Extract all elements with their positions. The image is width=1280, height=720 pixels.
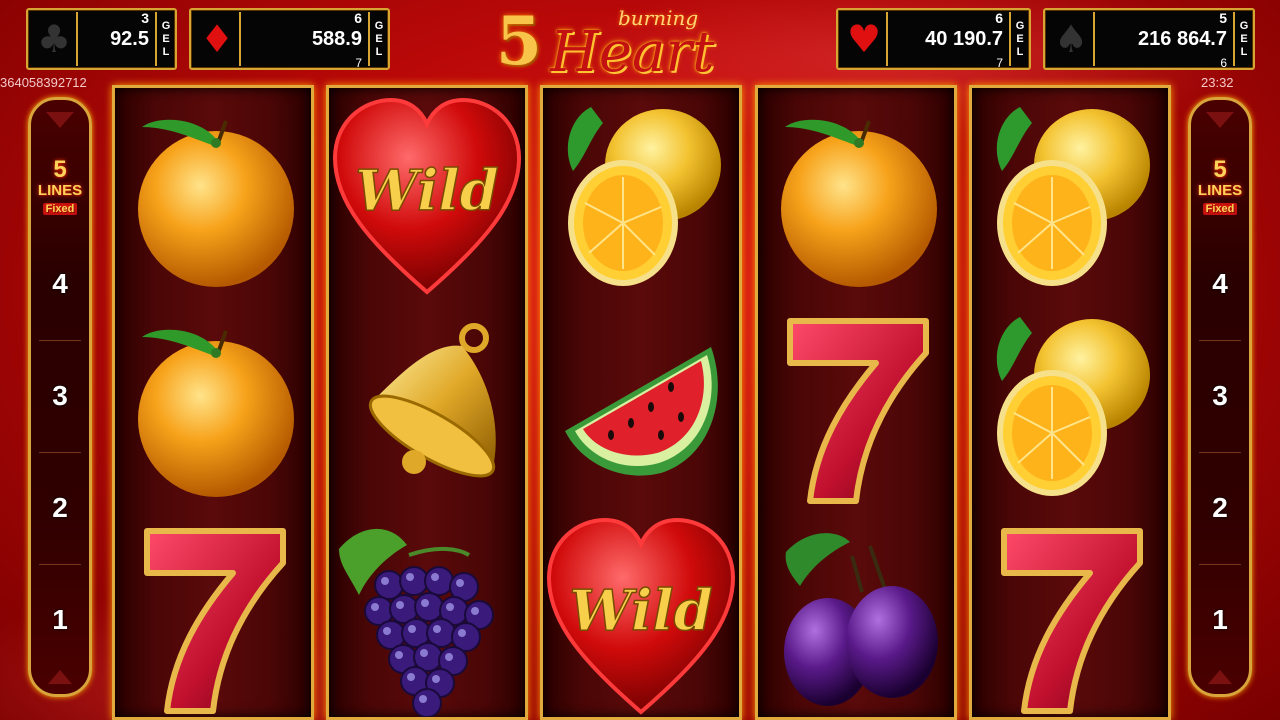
orange-symbol <box>758 92 954 302</box>
lines-indicator: 5 LINES Fixed <box>1197 156 1243 215</box>
currency-label: GEL <box>1233 12 1253 66</box>
jackpot-clubs: ♣ 92.5 3 GEL <box>26 8 177 70</box>
game-id: 364058392712 <box>0 75 87 90</box>
payline-3[interactable]: 3 <box>1191 380 1249 412</box>
currency-label: GEL <box>1009 12 1029 66</box>
clubs-icon: ♣ <box>32 12 78 66</box>
wild-icon: Wild <box>332 97 522 295</box>
payline-2[interactable]: 2 <box>1191 492 1249 524</box>
spades-icon: ♠ <box>1049 12 1095 66</box>
logo-number: 5 <box>496 2 542 80</box>
bell-icon <box>368 323 496 478</box>
orange-icon <box>781 119 937 287</box>
seven-icon <box>1001 528 1143 714</box>
lemon-icon <box>996 107 1150 286</box>
currency-label: GEL <box>368 12 388 66</box>
wild-icon: Wild <box>546 517 736 715</box>
jackpot-hearts: ♥ 40 190.7 6 7 GEL <box>836 8 1031 70</box>
orange-symbol <box>115 302 311 512</box>
reel-3: Wild <box>540 85 742 720</box>
watermelon-symbol <box>543 302 739 512</box>
grapes-icon <box>339 528 494 717</box>
seven-symbol <box>115 512 311 717</box>
payline-3[interactable]: 3 <box>31 380 89 412</box>
paylines-bar-right: 5 LINES Fixed 4 3 2 1 <box>1188 97 1252 697</box>
seven-symbol <box>758 302 954 512</box>
orange-symbol <box>115 92 311 302</box>
reel-2: Wild <box>326 85 528 720</box>
jackpot-diamonds-digit: 6 <box>354 10 362 26</box>
svg-text:Wild: Wild <box>355 158 499 224</box>
game-logo: 5 burning Heart <box>490 2 740 85</box>
jackpot-diamonds-digit-low: 7 <box>355 56 362 70</box>
logo-title: Heart <box>550 20 715 85</box>
seven-icon <box>144 528 286 714</box>
payline-4[interactable]: 4 <box>1191 268 1249 300</box>
jackpot-clubs-digit: 3 <box>141 10 149 26</box>
jackpot-clubs-value: 92.5 <box>110 27 149 50</box>
jackpot-spades-digit-low: 6 <box>1220 56 1227 70</box>
lemon-icon <box>567 107 721 286</box>
bell-symbol <box>329 302 525 512</box>
arrow-down-icon <box>1208 670 1232 684</box>
clock: 23:32 <box>1201 75 1234 90</box>
watermelon-icon <box>565 347 718 476</box>
arrow-up-icon <box>1206 112 1234 128</box>
payline-2[interactable]: 2 <box>31 492 89 524</box>
payline-4[interactable]: 4 <box>31 268 89 300</box>
grapes-symbol <box>329 512 525 717</box>
jackpot-hearts-value: 40 190.7 <box>925 27 1003 50</box>
svg-text:Wild: Wild <box>569 578 713 644</box>
jackpot-spades-digit: 5 <box>1219 10 1227 26</box>
jackpot-spades: ♠ 216 864.7 5 6 GEL <box>1043 8 1255 70</box>
payline-1[interactable]: 1 <box>1191 604 1249 636</box>
lemon-symbol <box>972 92 1168 302</box>
lines-indicator: 5 LINES Fixed <box>37 156 83 215</box>
jackpot-diamonds: ♦ 588.9 6 7 GEL <box>189 8 390 70</box>
lemon-symbol <box>543 92 739 302</box>
jackpot-diamonds-value: 588.9 <box>311 27 362 50</box>
plum-symbol <box>758 512 954 717</box>
jackpot-hearts-digit-low: 7 <box>996 56 1003 70</box>
plum-icon <box>784 533 938 706</box>
orange-icon <box>138 329 294 497</box>
payline-1[interactable]: 1 <box>31 604 89 636</box>
reel-1 <box>112 85 314 720</box>
seven-symbol <box>972 512 1168 717</box>
reel-5 <box>969 85 1171 720</box>
arrow-up-icon <box>46 112 74 128</box>
reel-4 <box>755 85 957 720</box>
jackpot-hearts-digit: 6 <box>995 10 1003 26</box>
lemon-symbol <box>972 302 1168 512</box>
arrow-down-icon <box>48 670 72 684</box>
diamonds-icon: ♦ <box>195 12 241 66</box>
wild-symbol: Wild <box>543 512 739 717</box>
orange-icon <box>138 119 294 287</box>
hearts-icon: ♥ <box>842 12 888 66</box>
jackpot-spades-value: 216 864.7 <box>1138 27 1227 50</box>
wild-symbol: Wild <box>329 92 525 302</box>
lemon-icon <box>996 317 1150 496</box>
paylines-bar-left: 5 LINES Fixed 4 3 2 1 <box>28 97 92 697</box>
seven-icon <box>787 318 929 504</box>
currency-label: GEL <box>155 12 175 66</box>
